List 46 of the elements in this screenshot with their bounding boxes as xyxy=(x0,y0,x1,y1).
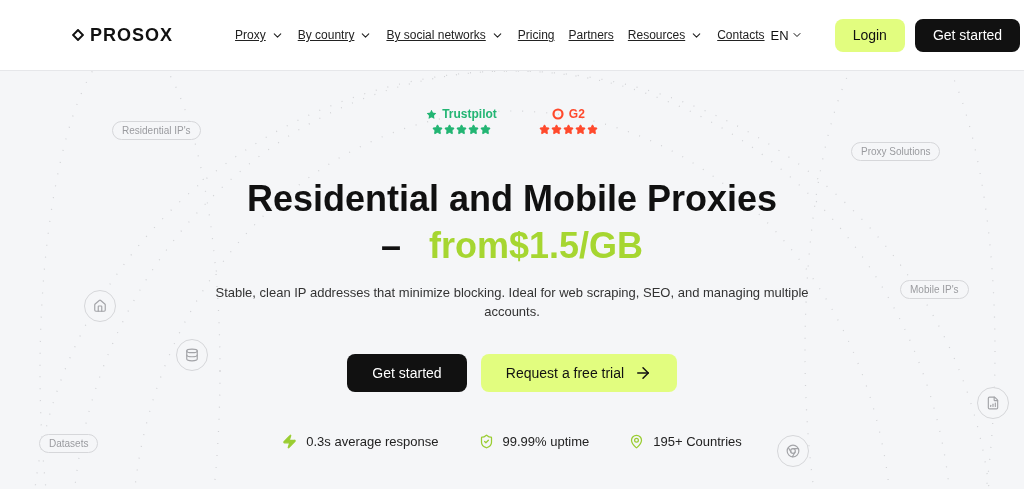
get-started-button[interactable]: Get started xyxy=(914,18,1021,52)
diamond-icon xyxy=(72,29,84,41)
star-icon xyxy=(562,124,574,135)
bolt-icon xyxy=(282,434,298,449)
nav-link[interactable]: Resources xyxy=(627,28,704,42)
stat-text: 195+ Countries xyxy=(653,434,742,449)
star-icon xyxy=(550,124,562,135)
nav-link[interactable]: Pricing xyxy=(517,28,555,42)
star-icon xyxy=(480,124,491,135)
star-icon xyxy=(426,108,438,120)
nav-link[interactable]: By country xyxy=(297,28,373,42)
stat-text: 99.99% uptime xyxy=(502,434,590,449)
chrome-icon xyxy=(777,435,809,467)
ring-icon xyxy=(551,108,564,120)
report-icon xyxy=(977,387,1009,419)
tag-pill: Mobile IP's xyxy=(900,280,969,299)
star-icon xyxy=(538,124,550,135)
star-icon xyxy=(586,124,598,135)
stat-text: 0.3s average response xyxy=(306,434,439,449)
star-icon xyxy=(456,124,467,135)
price-text: from$1.5/GB xyxy=(428,224,644,268)
rating-label: G2 xyxy=(551,107,585,121)
database-icon xyxy=(176,339,208,371)
hero-subtitle: Stable, clean IP addresses that minimize blocking. Ideal for web scraping, SEO, and managing multiple accounts. xyxy=(214,284,810,321)
nav-link[interactable]: By social networks xyxy=(386,28,504,42)
home-icon xyxy=(84,290,116,322)
star-icon xyxy=(468,124,479,135)
tag-pill: Residential IP's xyxy=(112,121,201,140)
login-button[interactable]: Login xyxy=(834,18,905,52)
star-icon xyxy=(432,124,443,135)
rating-label: Trustpilot xyxy=(426,107,497,121)
free-trial-button[interactable]: Request a free trial xyxy=(481,354,677,392)
nav-link[interactable]: Contacts xyxy=(717,28,765,42)
nav-link[interactable]: Partners xyxy=(568,28,614,42)
dash-text: – xyxy=(380,224,401,268)
star-icon xyxy=(574,124,586,135)
get-started-button[interactable]: Get started xyxy=(347,354,467,392)
star-icon xyxy=(444,124,455,135)
pin-icon xyxy=(629,434,645,449)
hero-title: Residential and Mobile Proxies xyxy=(246,177,778,221)
logo[interactable]: PROSOX xyxy=(72,24,174,46)
tag-pill: Datasets xyxy=(39,434,99,453)
language-selector[interactable]: EN xyxy=(764,26,809,44)
tag-pill: Proxy Solutions xyxy=(851,142,941,161)
nav-link[interactable]: Proxy xyxy=(235,28,284,42)
shield-icon xyxy=(478,434,494,449)
